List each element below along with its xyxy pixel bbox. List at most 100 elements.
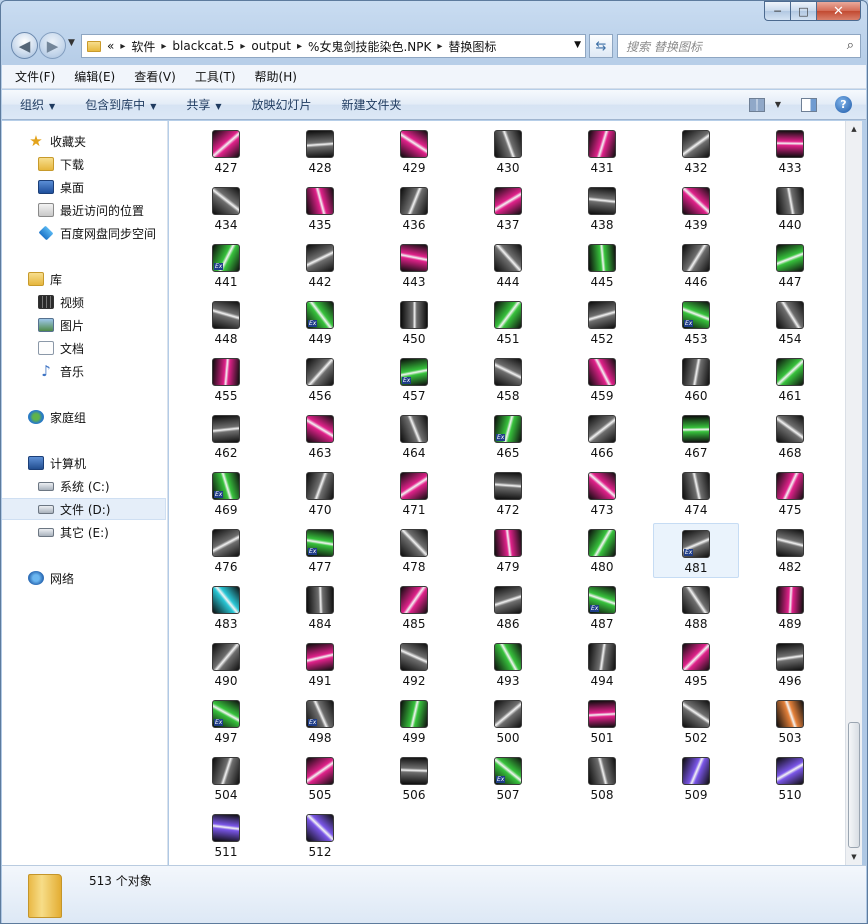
breadcrumb-separator[interactable]: ▸: [161, 41, 166, 52]
file-item[interactable]: 472: [465, 466, 551, 521]
file-item[interactable]: 458: [465, 352, 551, 407]
file-item[interactable]: 440: [747, 181, 833, 236]
file-item[interactable]: 437: [465, 181, 551, 236]
scrollbar-thumb[interactable]: [848, 722, 860, 848]
nav-item-drive-d[interactable]: 文件 (D:): [2, 498, 166, 520]
maximize-button[interactable]: □: [790, 1, 816, 21]
file-item[interactable]: Ex 498: [277, 694, 363, 749]
file-item[interactable]: Ex 497: [183, 694, 269, 749]
file-item[interactable]: 451: [465, 295, 551, 350]
file-item[interactable]: 500: [465, 694, 551, 749]
file-item[interactable]: 436: [371, 181, 457, 236]
file-item[interactable]: 505: [277, 751, 363, 806]
breadcrumb-software[interactable]: 软件: [131, 38, 155, 55]
scroll-up-arrow-icon[interactable]: ▲: [846, 121, 862, 137]
file-item[interactable]: 491: [277, 637, 363, 692]
file-item[interactable]: 470: [277, 466, 363, 521]
file-item[interactable]: 489: [747, 580, 833, 635]
file-item[interactable]: 509: [653, 751, 739, 806]
file-item[interactable]: 431: [559, 124, 645, 179]
file-item[interactable]: 488: [653, 580, 739, 635]
file-item[interactable]: 443: [371, 238, 457, 293]
file-item[interactable]: 492: [371, 637, 457, 692]
file-item[interactable]: 434: [183, 181, 269, 236]
breadcrumb-npk[interactable]: %女鬼剑技能染色.NPK: [308, 38, 431, 55]
nav-libraries[interactable]: 库: [2, 268, 166, 290]
slideshow-button[interactable]: 放映幻灯片: [252, 96, 312, 113]
nav-item-recent-places[interactable]: 最近访问的位置: [2, 199, 166, 221]
search-input[interactable]: 搜索 替换图标 ⌕: [617, 34, 861, 58]
file-item[interactable]: 482: [747, 523, 833, 578]
refresh-button[interactable]: ⇆: [589, 34, 613, 58]
address-dropdown-icon[interactable]: ▼: [574, 40, 581, 50]
file-item[interactable]: 504: [183, 751, 269, 806]
nav-item-video[interactable]: 视频: [2, 291, 166, 313]
address-bar[interactable]: « ▸ 软件 ▸ blackcat.5 ▸ output ▸ %女鬼剑技能染色.…: [81, 34, 586, 58]
nav-item-desktop[interactable]: 桌面: [2, 176, 166, 198]
file-item[interactable]: 433: [747, 124, 833, 179]
file-item[interactable]: 511: [183, 808, 269, 863]
file-item[interactable]: Ex 441: [183, 238, 269, 293]
file-item[interactable]: Ex 487: [559, 580, 645, 635]
search-icon[interactable]: ⌕: [847, 38, 854, 53]
organize-button[interactable]: 组织 ▼: [20, 96, 55, 113]
new-folder-button[interactable]: 新建文件夹: [342, 96, 402, 113]
file-item[interactable]: 432: [653, 124, 739, 179]
file-item[interactable]: 479: [465, 523, 551, 578]
share-button[interactable]: 共享 ▼: [186, 96, 221, 113]
file-item[interactable]: 474: [653, 466, 739, 521]
preview-pane-icon[interactable]: [801, 97, 817, 112]
nav-item-music[interactable]: ♪ 音乐: [2, 360, 166, 382]
view-options-dropdown[interactable]: ▼: [775, 100, 781, 109]
file-item[interactable]: 467: [653, 409, 739, 464]
file-item[interactable]: 499: [371, 694, 457, 749]
breadcrumb-separator[interactable]: ▸: [297, 41, 302, 52]
file-item[interactable]: 473: [559, 466, 645, 521]
breadcrumb-overflow[interactable]: «: [107, 39, 114, 53]
file-item[interactable]: 445: [559, 238, 645, 293]
breadcrumb-separator[interactable]: ▸: [437, 41, 442, 52]
nav-item-documents[interactable]: 文档: [2, 337, 166, 359]
file-item[interactable]: 461: [747, 352, 833, 407]
file-item[interactable]: 508: [559, 751, 645, 806]
file-item[interactable]: 480: [559, 523, 645, 578]
file-item[interactable]: 512: [277, 808, 363, 863]
file-item[interactable]: 495: [653, 637, 739, 692]
file-item[interactable]: 430: [465, 124, 551, 179]
file-item[interactable]: 486: [465, 580, 551, 635]
file-item[interactable]: Ex 477: [277, 523, 363, 578]
file-item[interactable]: 490: [183, 637, 269, 692]
nav-item-baidu-netdisk[interactable]: 百度网盘同步空间: [2, 222, 166, 244]
file-item[interactable]: 435: [277, 181, 363, 236]
file-item[interactable]: 463: [277, 409, 363, 464]
minimize-button[interactable]: ─: [764, 1, 790, 21]
file-item[interactable]: 483: [183, 580, 269, 635]
file-item[interactable]: 456: [277, 352, 363, 407]
file-item[interactable]: Ex 457: [371, 352, 457, 407]
file-item[interactable]: 503: [747, 694, 833, 749]
file-item[interactable]: 478: [371, 523, 457, 578]
close-button[interactable]: ✕: [816, 1, 861, 21]
file-item[interactable]: 446: [653, 238, 739, 293]
file-item[interactable]: 447: [747, 238, 833, 293]
vertical-scrollbar[interactable]: ▲ ▼: [845, 121, 862, 865]
file-item[interactable]: 506: [371, 751, 457, 806]
file-item[interactable]: 459: [559, 352, 645, 407]
nav-homegroup[interactable]: 家庭组: [2, 406, 166, 428]
file-list-view[interactable]: 427 428 429 430 431 432 433 434 435 436 437 438 439 4…: [169, 121, 845, 865]
file-item[interactable]: 502: [653, 694, 739, 749]
file-item[interactable]: 501: [559, 694, 645, 749]
file-item[interactable]: Ex 465: [465, 409, 551, 464]
file-item[interactable]: Ex 449: [277, 295, 363, 350]
file-item[interactable]: 428: [277, 124, 363, 179]
file-item[interactable]: 496: [747, 637, 833, 692]
menu-view[interactable]: 查看(V): [131, 66, 179, 87]
change-view-icon[interactable]: [748, 97, 765, 112]
file-item[interactable]: 439: [653, 181, 739, 236]
breadcrumb-output[interactable]: output: [251, 39, 291, 53]
file-item[interactable]: 475: [747, 466, 833, 521]
file-item[interactable]: 510: [747, 751, 833, 806]
file-item[interactable]: 484: [277, 580, 363, 635]
scroll-down-arrow-icon[interactable]: ▼: [846, 849, 862, 865]
file-item[interactable]: 494: [559, 637, 645, 692]
